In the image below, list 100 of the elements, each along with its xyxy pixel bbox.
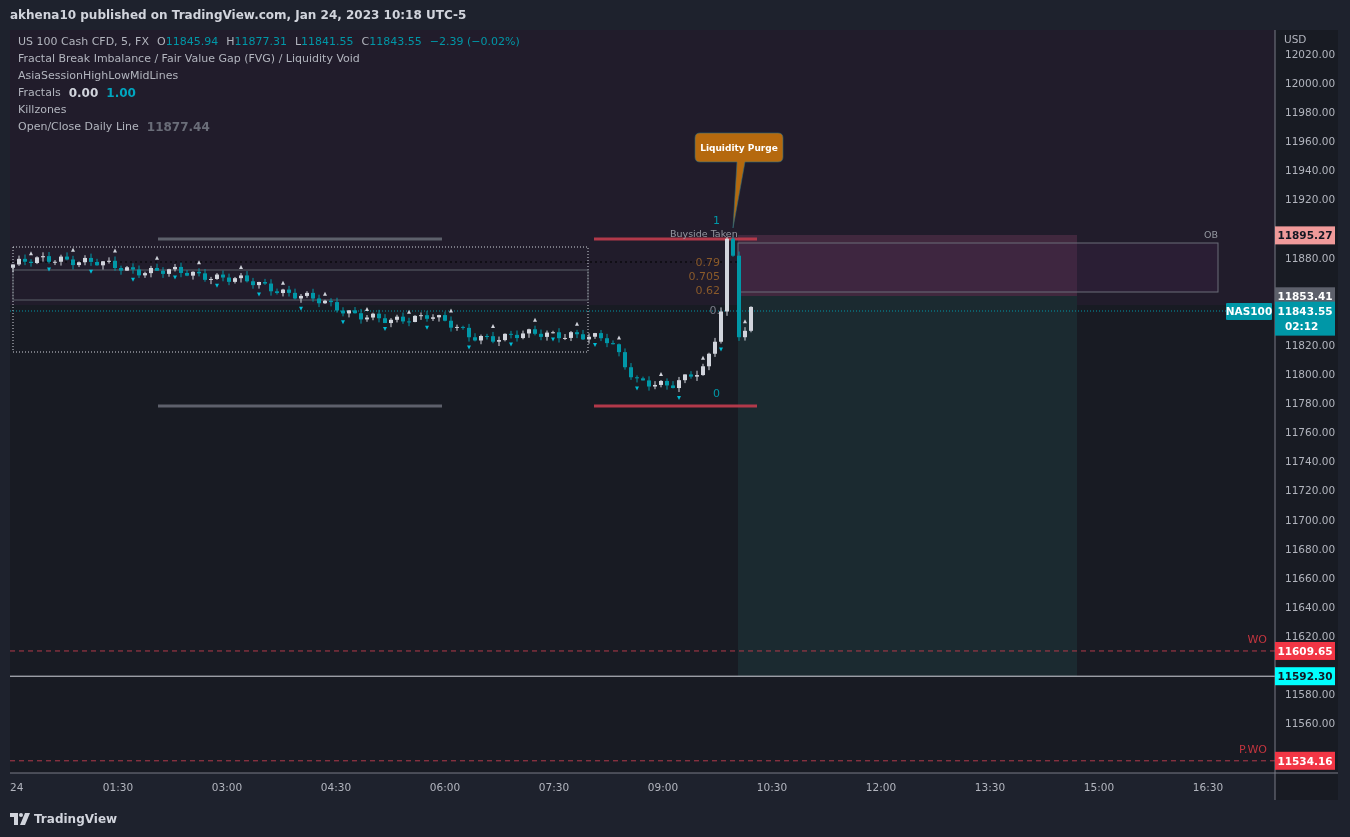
candle: [83, 254, 87, 266]
candle: [227, 273, 231, 286]
candle: [257, 281, 261, 290]
fractal-marker-icon: [677, 396, 681, 401]
candle: [233, 276, 237, 284]
candle: [71, 255, 75, 270]
candle: [611, 339, 615, 345]
candle: [461, 325, 465, 331]
price-tick: 11720.00: [1285, 484, 1336, 497]
fractal-marker-icon: [659, 372, 663, 377]
fractal-marker-icon: [533, 317, 537, 322]
price-tag: 11592.30: [1275, 667, 1335, 686]
candle: [545, 330, 549, 342]
candle: [191, 270, 195, 281]
candle: [479, 334, 483, 345]
time-tick: 10:30: [756, 781, 788, 793]
ohlc-value: H11877.31: [226, 35, 287, 48]
price-tick: 11960.00: [1285, 135, 1336, 148]
candle: [521, 330, 525, 340]
candle: [137, 265, 141, 279]
candle: [695, 370, 699, 382]
symbol-tag: NAS100: [1225, 303, 1273, 320]
candle: [713, 337, 717, 358]
candle: [23, 254, 27, 266]
candle: [677, 376, 681, 393]
candle: [77, 261, 81, 268]
candle: [167, 268, 171, 278]
candle: [287, 285, 291, 298]
candle: [215, 272, 219, 281]
price-tick: 11980.00: [1285, 106, 1336, 119]
fractal-marker-icon: [365, 307, 369, 312]
candle: [431, 313, 435, 322]
candle: [149, 265, 153, 278]
candle: [95, 258, 99, 267]
fib-level-label: 0.705: [688, 270, 720, 283]
candle: [113, 256, 117, 272]
price-tick: 11700.00: [1285, 513, 1336, 526]
candle: [347, 309, 351, 318]
candle: [299, 293, 303, 304]
candle: [617, 342, 621, 357]
candle: [557, 327, 561, 344]
fractal-marker-icon: [281, 280, 285, 285]
indicator-name: Fractals: [18, 86, 61, 99]
price-tick: 11740.00: [1285, 455, 1336, 468]
fractal-marker-icon: [215, 283, 219, 288]
fib-level-label: 0.79: [695, 256, 720, 269]
price-tick: 11680.00: [1285, 542, 1336, 555]
candle: [743, 326, 747, 342]
price-tag: 11843.55 02:12: [1275, 301, 1335, 336]
candle: [179, 262, 183, 278]
time-tick: 04:30: [320, 781, 352, 793]
fractal-marker-icon: [407, 309, 411, 314]
candle: [317, 294, 321, 308]
candle: [335, 297, 339, 314]
fractal-marker-icon: [617, 335, 621, 340]
candle: [389, 317, 393, 328]
time-tick: 12:00: [865, 781, 897, 793]
price-tick: 12000.00: [1285, 77, 1336, 89]
fractal-marker-icon: [299, 306, 303, 311]
indicator-value: 1.00: [106, 85, 136, 100]
price-tick: 12020.00: [1285, 47, 1336, 60]
fractal-marker-icon: [383, 327, 387, 332]
fractal-marker-icon: [509, 342, 513, 347]
candle: [65, 251, 69, 261]
candle: [443, 311, 447, 322]
candle: [377, 309, 381, 323]
candle: [449, 315, 453, 333]
candle: [731, 236, 735, 258]
candle: [281, 288, 285, 297]
price-tick: 11760.00: [1285, 426, 1336, 439]
candle: [245, 270, 249, 283]
time-tick: 15:00: [1083, 781, 1115, 793]
fractal-marker-icon: [575, 321, 579, 326]
candle: [569, 330, 573, 342]
fractal-marker-icon: [29, 251, 33, 256]
fib-level-label: 0: [713, 387, 720, 400]
candle: [659, 379, 663, 388]
candle: [353, 306, 357, 315]
candle: [575, 329, 579, 339]
fractal-marker-icon: [491, 323, 495, 328]
price-tick: 11940.00: [1285, 164, 1336, 177]
candle: [701, 363, 705, 377]
candle: [173, 263, 177, 272]
candle: [515, 330, 519, 343]
candle: [143, 271, 147, 279]
candle: [467, 323, 471, 343]
fractal-marker-icon: [719, 347, 723, 352]
candle: [503, 332, 507, 342]
candle: [593, 332, 597, 340]
candle: [185, 269, 189, 277]
candle: [359, 308, 363, 325]
candle: [647, 375, 651, 392]
candle: [425, 310, 429, 323]
price-tick: 11780.00: [1285, 397, 1336, 410]
indicator-name: Open/Close Daily Line: [18, 120, 139, 133]
candle: [17, 255, 21, 267]
candle: [275, 288, 279, 295]
candle: [605, 333, 609, 348]
candle: [269, 278, 273, 297]
fractal-marker-icon: [89, 269, 93, 274]
